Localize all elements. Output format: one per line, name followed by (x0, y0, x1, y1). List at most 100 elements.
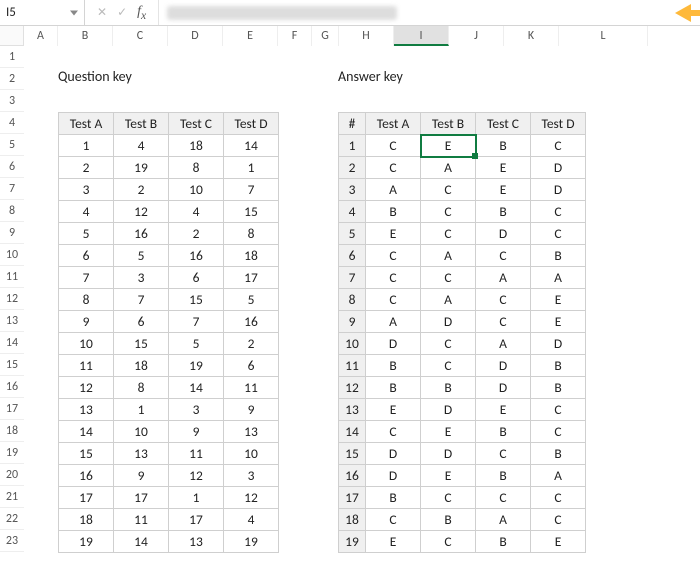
cell[interactable]: 10 (339, 333, 366, 355)
cell[interactable]: 6 (339, 245, 366, 267)
cell[interactable]: 4 (59, 201, 114, 223)
cell[interactable]: 7 (114, 289, 169, 311)
cell[interactable]: A (366, 179, 421, 201)
cell[interactable]: B (476, 531, 531, 553)
cell[interactable]: B (531, 443, 586, 465)
cell[interactable]: 13 (339, 399, 366, 421)
cell[interactable]: C (421, 179, 476, 201)
cell[interactable]: C (476, 289, 531, 311)
cell[interactable]: E (531, 531, 586, 553)
cell[interactable]: A (366, 311, 421, 333)
cell[interactable]: 14 (339, 421, 366, 443)
cancel-icon[interactable]: ✕ (97, 5, 107, 20)
column-header-K[interactable]: K (504, 26, 559, 46)
cell[interactable]: D (531, 157, 586, 179)
cell[interactable]: 19 (339, 531, 366, 553)
cell[interactable]: B (476, 135, 531, 157)
row-header-20[interactable]: 20 (0, 464, 24, 486)
cell[interactable]: 1 (224, 157, 279, 179)
cell[interactable]: C (531, 135, 586, 157)
row-header-8[interactable]: 8 (0, 200, 24, 222)
cell[interactable]: 1 (169, 487, 224, 509)
cell[interactable]: C (421, 487, 476, 509)
cell[interactable]: 6 (59, 245, 114, 267)
row-header-10[interactable]: 10 (0, 244, 24, 266)
cell[interactable]: 15 (169, 289, 224, 311)
column-header-J[interactable]: J (449, 26, 504, 46)
cell[interactable]: A (421, 245, 476, 267)
cell[interactable]: 12 (339, 377, 366, 399)
cell[interactable]: B (476, 465, 531, 487)
cell[interactable]: C (531, 509, 586, 531)
table-header-cell[interactable]: Test C (476, 113, 531, 135)
cell[interactable]: 5 (224, 289, 279, 311)
cell[interactable]: 14 (224, 135, 279, 157)
cell[interactable]: E (366, 531, 421, 553)
select-all-corner[interactable] (0, 26, 24, 46)
cell[interactable]: B (531, 377, 586, 399)
cell[interactable]: 11 (339, 355, 366, 377)
row-header-6[interactable]: 6 (0, 156, 24, 178)
cell[interactable]: 14 (59, 421, 114, 443)
cell[interactable]: 16 (224, 311, 279, 333)
cell[interactable]: 10 (169, 179, 224, 201)
sheet-area[interactable]: Question key Answer key Test ATest BTest… (24, 46, 700, 564)
cell[interactable]: 11 (169, 443, 224, 465)
cell[interactable]: B (366, 377, 421, 399)
cell[interactable]: 3 (224, 465, 279, 487)
cell[interactable]: 16 (59, 465, 114, 487)
cell[interactable]: 17 (339, 487, 366, 509)
cell[interactable]: 14 (114, 531, 169, 553)
cell[interactable]: 12 (59, 377, 114, 399)
cell[interactable]: 16 (114, 223, 169, 245)
row-header-9[interactable]: 9 (0, 222, 24, 244)
cell[interactable]: A (476, 509, 531, 531)
cell[interactable]: D (421, 311, 476, 333)
name-box[interactable]: I5 (0, 0, 85, 25)
row-header-14[interactable]: 14 (0, 332, 24, 354)
cell[interactable]: D (476, 355, 531, 377)
cell[interactable]: 1 (114, 399, 169, 421)
cell[interactable]: C (366, 421, 421, 443)
cell[interactable]: A (421, 157, 476, 179)
cell[interactable]: 13 (114, 443, 169, 465)
row-header-2[interactable]: 2 (0, 68, 24, 90)
cell[interactable]: 15 (59, 443, 114, 465)
cell[interactable]: 17 (224, 267, 279, 289)
table-header-cell[interactable]: # (339, 113, 366, 135)
column-header-A[interactable]: A (24, 26, 58, 46)
row-header-5[interactable]: 5 (0, 134, 24, 156)
cell[interactable]: 19 (169, 355, 224, 377)
cell[interactable]: 18 (169, 135, 224, 157)
cell[interactable]: 9 (59, 311, 114, 333)
cell[interactable]: B (476, 421, 531, 443)
cell[interactable]: 18 (114, 355, 169, 377)
table-header-cell[interactable]: Test D (224, 113, 279, 135)
cell[interactable]: C (421, 333, 476, 355)
cell[interactable]: 17 (59, 487, 114, 509)
cell[interactable]: 3 (339, 179, 366, 201)
cell[interactable]: 10 (114, 421, 169, 443)
column-header-G[interactable]: G (312, 26, 339, 46)
column-header-I[interactable]: I (394, 26, 449, 46)
row-header-1[interactable]: 1 (0, 46, 24, 68)
cell[interactable]: C (421, 531, 476, 553)
cell[interactable]: D (366, 465, 421, 487)
cell[interactable]: C (366, 245, 421, 267)
cell[interactable]: E (366, 399, 421, 421)
cell[interactable]: E (531, 311, 586, 333)
cell[interactable]: E (476, 399, 531, 421)
cell[interactable]: C (476, 245, 531, 267)
cell[interactable]: 5 (59, 223, 114, 245)
cell[interactable]: 8 (169, 157, 224, 179)
cell[interactable]: E (531, 289, 586, 311)
cell[interactable]: 17 (114, 487, 169, 509)
cell[interactable]: 7 (59, 267, 114, 289)
column-header-B[interactable]: B (58, 26, 113, 46)
cell[interactable]: 9 (339, 311, 366, 333)
cell[interactable]: B (366, 201, 421, 223)
cell[interactable]: C (476, 443, 531, 465)
cell[interactable]: 19 (59, 531, 114, 553)
cell[interactable]: E (421, 465, 476, 487)
table-header-cell[interactable]: Test B (114, 113, 169, 135)
